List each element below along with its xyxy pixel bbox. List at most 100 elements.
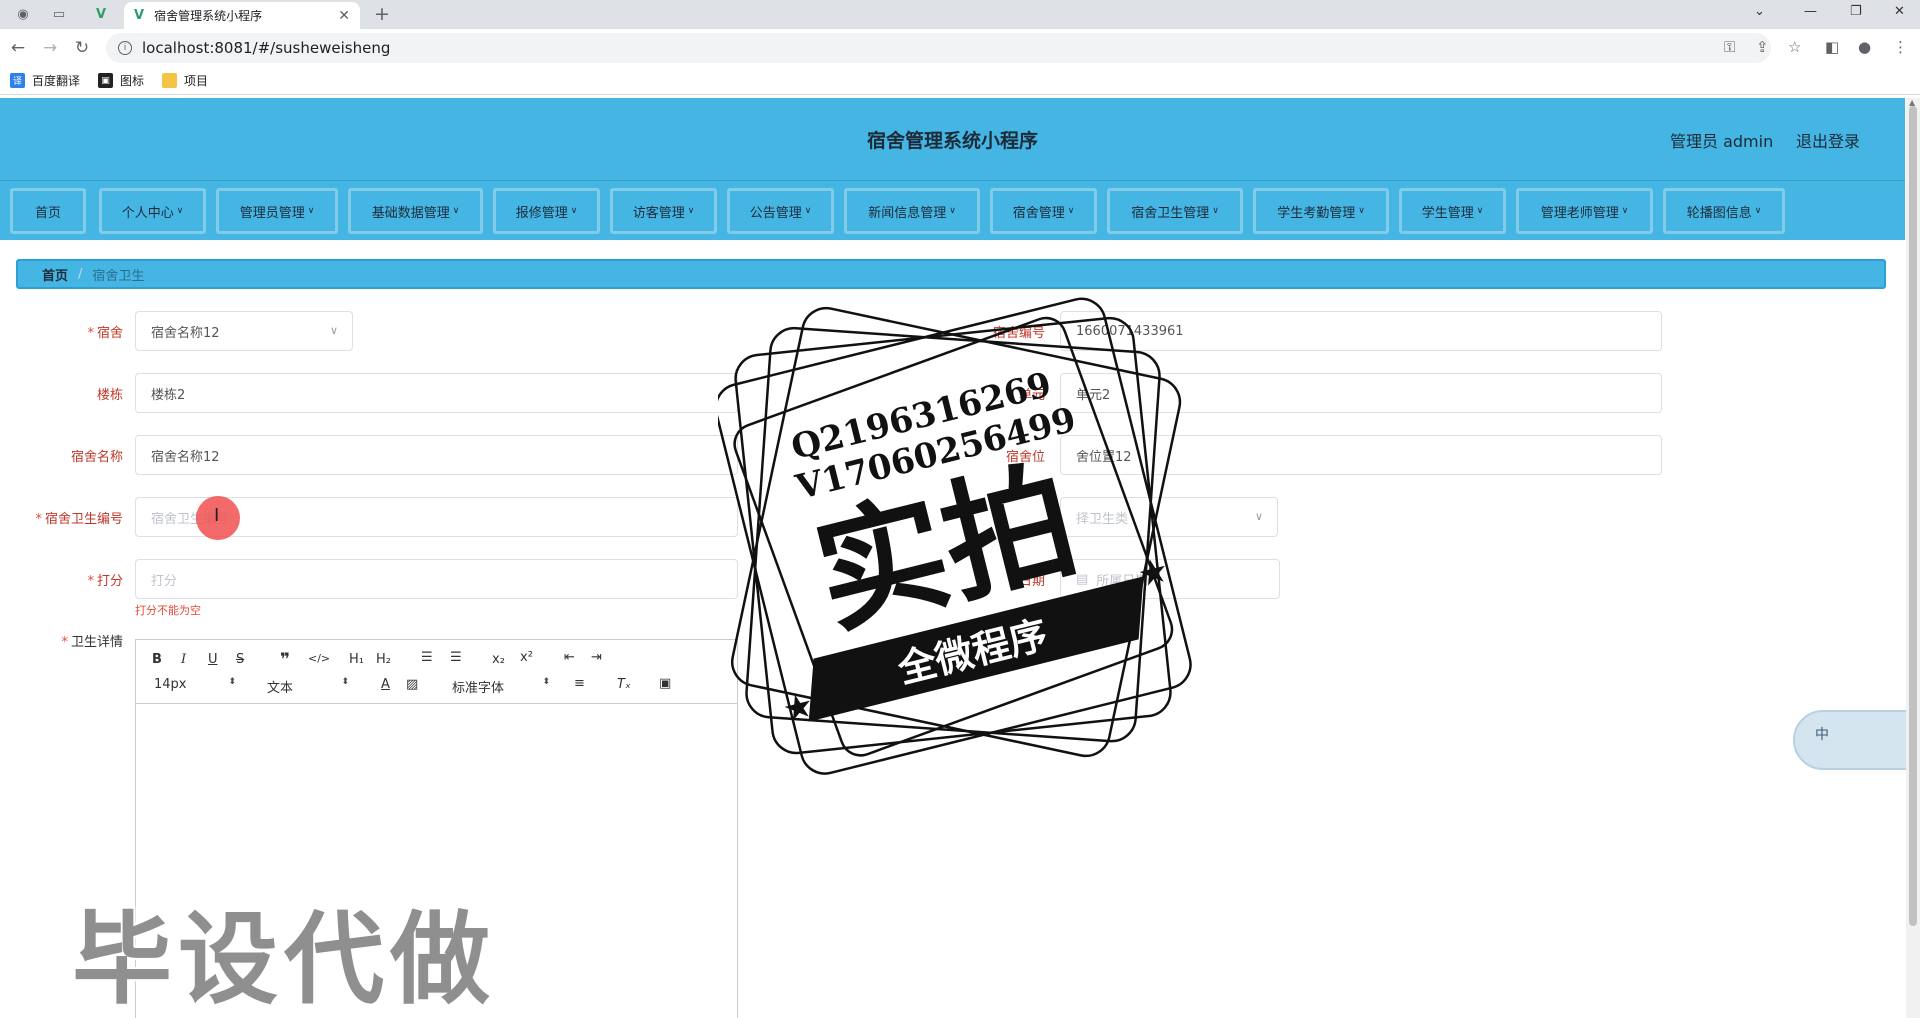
font-color-icon[interactable]: A [381, 677, 390, 692]
building-label: 楼栋 [96, 388, 123, 403]
nav-label: 轮播图信息 [1686, 205, 1752, 221]
nav-dorm[interactable]: 宿舍管理 ∨ [990, 188, 1097, 234]
chevron-down-icon: ∨ [804, 206, 812, 216]
chevron-down-icon: ∨ [1358, 206, 1365, 216]
block-type-select[interactable]: 文本 ⬍ [267, 677, 349, 696]
scrollbar-thumb[interactable] [1909, 106, 1917, 926]
folder-icon [162, 73, 178, 88]
bookmark-item[interactable]: 译 百度翻译 [10, 72, 80, 89]
sort-arrows-icon: ⬍ [542, 677, 550, 687]
nav-student[interactable]: 学生管理 ∨ [1399, 188, 1506, 234]
logout-link[interactable]: 退出登录 [1796, 128, 1860, 152]
outdent-icon[interactable]: ⇤ [564, 650, 575, 665]
image-icon: ▣ [98, 73, 114, 88]
nav-home[interactable]: 首页 [10, 188, 86, 234]
reload-icon[interactable]: ↻ [71, 38, 93, 58]
share-icon[interactable]: ⇪ [1756, 38, 1769, 56]
nav-admin-manage[interactable]: 管理员管理 ∨ [216, 188, 338, 234]
address-bar: ← → ↻ i localhost:8081/#/susheweisheng ⚿… [0, 29, 1920, 67]
font-family-select[interactable]: 标准字体 ⬍ [452, 677, 550, 696]
bold-icon[interactable]: B [152, 652, 162, 667]
chevron-down-icon: ∨ [1476, 206, 1484, 216]
bookmark-item[interactable]: 项目 [162, 72, 208, 89]
dorm-select-value: 宿舍名称12 [151, 325, 220, 341]
nav-label: 公告管理 [749, 205, 802, 221]
chevron-down-icon: ∨ [1212, 206, 1219, 216]
dorm-label: * 宿舍 [87, 326, 123, 341]
indent-icon[interactable]: ⇥ [591, 650, 602, 665]
strike-icon[interactable]: S [236, 652, 244, 667]
active-tab[interactable]: V 宿舍管理系统小程序 ✕ [124, 2, 360, 29]
sidepanel-icon[interactable]: ◧ [1825, 38, 1839, 56]
nav-notice[interactable]: 公告管理 ∨ [727, 188, 834, 234]
omnibox[interactable]: i localhost:8081/#/susheweisheng [106, 33, 1771, 63]
key-icon[interactable]: ⚿ [1724, 38, 1735, 56]
dorm-select[interactable]: 宿舍名称12 ∨ [135, 311, 353, 351]
nav-attendance[interactable]: 学生考勤管理 ∨ [1253, 188, 1389, 234]
clear-format-icon[interactable]: Tₓ [617, 677, 631, 692]
ime-mode: 中 [1815, 727, 1829, 743]
back-icon[interactable]: ← [7, 38, 29, 58]
align-icon[interactable]: ≡ [574, 676, 585, 691]
close-tab-icon[interactable]: ✕ [338, 8, 350, 24]
new-tab-icon[interactable]: + [374, 3, 390, 25]
forward-icon[interactable]: → [39, 38, 61, 58]
tab-vue-icon[interactable]: V [90, 4, 112, 24]
main-nav: 首页 个人中心 ∨ 管理员管理 ∨ 基础数据管理 ∨ 报修管理 ∨ 访客管理 ∨ 公告管理… [0, 180, 1905, 240]
breadcrumb-home[interactable]: 首页 [42, 265, 68, 284]
detail-label: * 卫生详情 [61, 635, 123, 650]
font-size-value: 14px [154, 677, 187, 692]
underline-icon[interactable]: U [208, 652, 218, 667]
nav-teacher[interactable]: 管理老师管理 ∨ [1516, 188, 1653, 234]
quote-icon[interactable]: ❞ [280, 650, 290, 670]
dorm-name-field[interactable]: 宿舍名称12 [135, 435, 738, 475]
tab-blank-icon[interactable]: ▭ [48, 4, 70, 24]
code-icon[interactable]: </> [308, 652, 330, 665]
building-field[interactable]: 楼栋2 [135, 373, 738, 413]
watermark-bottom: 毕设代做 [72, 901, 496, 1018]
breadcrumb-current: 宿舍卫生 [92, 268, 145, 284]
tab-globe-icon[interactable]: ◉ [12, 4, 34, 24]
nav-personal-center[interactable]: 个人中心 ∨ [99, 188, 206, 234]
ime-widget[interactable]: 中 [1793, 710, 1920, 770]
site-info-icon[interactable]: i [118, 41, 132, 55]
italic-icon[interactable]: I [181, 652, 186, 667]
nav-repair[interactable]: 报修管理 ∨ [493, 188, 600, 234]
h2-icon[interactable]: H₂ [376, 652, 391, 667]
profile-icon[interactable]: ● [1858, 38, 1871, 56]
chevron-down-icon: ∨ [452, 206, 460, 216]
ordered-list-icon[interactable]: ☰ [421, 650, 433, 665]
close-window-icon[interactable]: ✕ [1894, 4, 1905, 19]
page-scrollbar[interactable]: ▲ [1906, 98, 1920, 1018]
score-input[interactable]: 打分 [135, 559, 738, 599]
editor-toolbar: B I U S ❞ </> H₁ H₂ ☰ ☰ x₂ x² ⇤ ⇥ 14px ⬍ … [136, 640, 737, 704]
nav-label: 新闻信息管理 [868, 205, 947, 221]
superscript-icon[interactable]: x² [520, 650, 533, 665]
bookmark-item[interactable]: ▣ 图标 [98, 72, 144, 89]
breadcrumb-separator: / [78, 266, 83, 282]
nav-base-data[interactable]: 基础数据管理 ∨ [348, 188, 483, 234]
restore-icon[interactable]: ❐ [1850, 4, 1862, 19]
chevron-down-icon: ∨ [1754, 206, 1762, 216]
font-size-select[interactable]: 14px ⬍ [154, 677, 236, 692]
image-insert-icon[interactable]: ▣ [659, 676, 671, 691]
bg-color-icon[interactable]: ▨ [406, 677, 418, 692]
dorm-name-label: 宿舍名称 [70, 450, 123, 465]
chevron-down-icon: ∨ [1067, 206, 1075, 216]
tab-title: 宿舍管理系统小程序 [154, 9, 263, 23]
minimize-icon[interactable]: — [1804, 4, 1817, 19]
url-text: localhost:8081/#/susheweisheng [142, 39, 391, 57]
bullet-list-icon[interactable]: ☰ [450, 650, 462, 665]
nav-visitor[interactable]: 访客管理 ∨ [610, 188, 717, 234]
sort-arrows-icon: ⬍ [341, 677, 349, 687]
star-icon[interactable]: ☆ [1788, 38, 1801, 56]
current-user: 管理员 admin [1670, 132, 1774, 151]
chevron-down-icon: ∨ [329, 324, 338, 337]
subscript-icon[interactable]: x₂ [492, 652, 505, 667]
nav-dorm-hygiene[interactable]: 宿舍卫生管理 ∨ [1107, 188, 1243, 234]
nav-news[interactable]: 新闻信息管理 ∨ [844, 188, 980, 234]
h1-icon[interactable]: H₁ [349, 652, 364, 667]
nav-carousel[interactable]: 轮播图信息 ∨ [1663, 188, 1785, 234]
menu-dots-icon[interactable]: ⋮ [1893, 38, 1908, 56]
tab-search-icon[interactable]: ⌄ [1754, 4, 1765, 19]
